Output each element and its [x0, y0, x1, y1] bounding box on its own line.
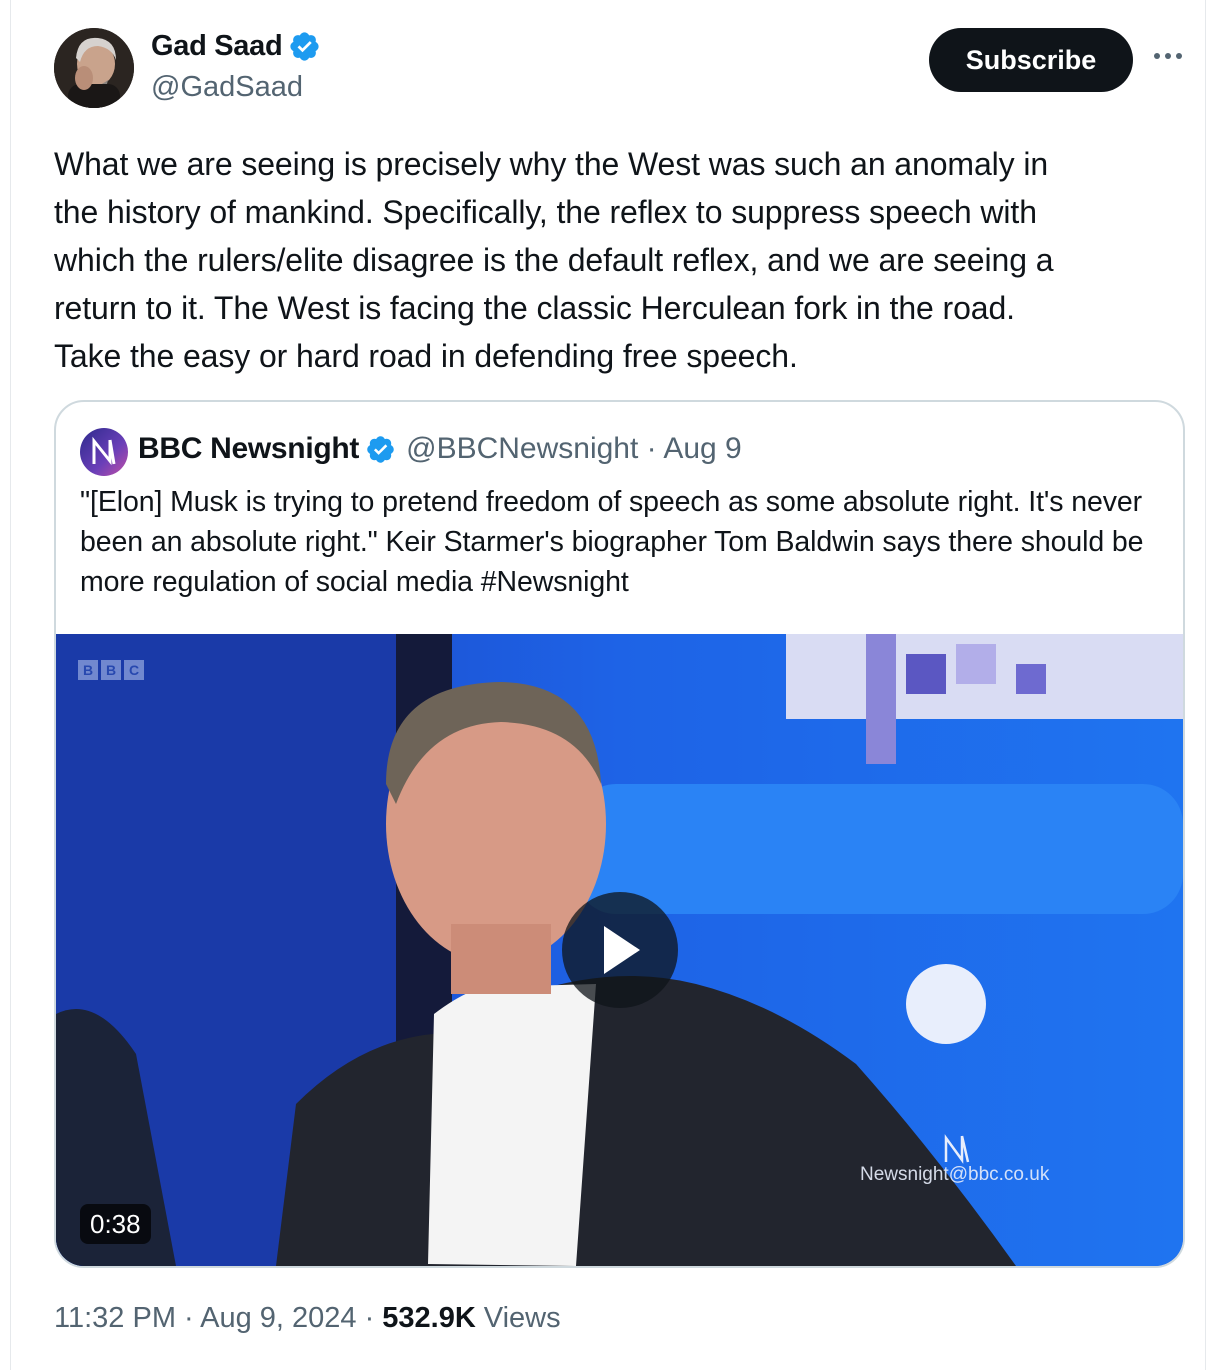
quoted-tweet[interactable]: BBC Newsnight @BBCNewsnight · Aug 9 "[El…	[54, 400, 1185, 1268]
bbc-letter: B	[101, 660, 121, 680]
author-avatar[interactable]	[54, 28, 134, 108]
quoted-author-name[interactable]: BBC Newsnight	[138, 432, 359, 466]
video-player[interactable]: B B C Newsnight@bbc.co.uk 0:38	[56, 634, 1183, 1266]
newsnight-logo-icon	[92, 436, 116, 466]
views-label: Views	[483, 1302, 561, 1334]
views-count: 532.9K	[382, 1302, 476, 1334]
quoted-header: BBC Newsnight @BBCNewsnight · Aug 9	[138, 432, 742, 466]
author-handle[interactable]: @GadSaad	[151, 71, 303, 104]
author-name-row[interactable]: Gad Saad	[151, 30, 321, 63]
play-button[interactable]	[562, 892, 678, 1008]
profile-photo-icon	[54, 28, 134, 108]
tweet-footer: 11:32 PM · Aug 9, 2024 · 532.9K Views	[54, 1302, 561, 1335]
bbc-letter: C	[124, 660, 144, 680]
newsnight-watermark-icon	[944, 1134, 970, 1164]
verified-badge-icon	[367, 435, 394, 463]
video-duration: 0:38	[80, 1204, 151, 1244]
verified-badge-icon	[290, 32, 319, 61]
quoted-tweet-text: "[Elon] Musk is trying to pretend freedo…	[80, 486, 1144, 598]
bbc-letter: B	[78, 660, 98, 680]
subscribe-button[interactable]: Subscribe	[929, 28, 1133, 92]
video-watermark: Newsnight@bbc.co.uk	[860, 1164, 1050, 1185]
quoted-handle-date: @BBCNewsnight · Aug 9	[406, 432, 742, 465]
timestamp-link[interactable]: 11:32 PM · Aug 9, 2024 ·	[54, 1302, 374, 1335]
play-icon	[604, 926, 640, 974]
tweet-card: Gad Saad @GadSaad Subscribe What we are …	[10, 0, 1206, 1370]
author-name[interactable]: Gad Saad	[151, 30, 283, 63]
quoted-author-avatar[interactable]	[80, 428, 128, 476]
more-dots-icon[interactable]	[1151, 46, 1187, 66]
tweet-text: What we are seeing is precisely why the …	[54, 146, 1054, 374]
channel-bug: B B C	[78, 660, 144, 680]
